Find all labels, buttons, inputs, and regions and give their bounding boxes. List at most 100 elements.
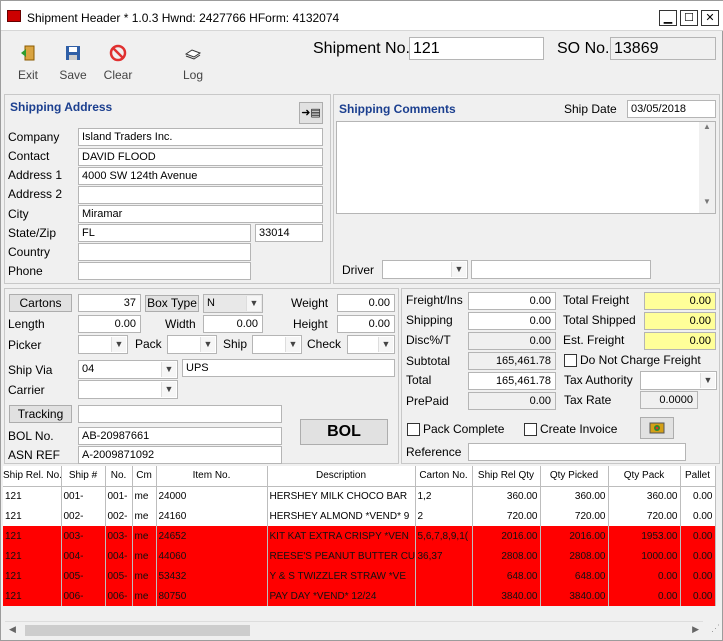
grid-column-header[interactable]: Qty Picked bbox=[540, 466, 609, 487]
width-field[interactable]: 0.00 bbox=[203, 315, 263, 333]
exit-button[interactable]: Exit bbox=[11, 44, 45, 88]
save-button[interactable]: Save bbox=[56, 44, 90, 88]
table-row[interactable]: 121 005- 005- me 53432 Y & S TWIZZLER STRAW *… bbox=[3, 566, 716, 586]
invoice-action-button[interactable] bbox=[640, 417, 674, 439]
shipping-comments-panel: Shipping Comments Ship Date 03/05/2018 ▲… bbox=[333, 94, 720, 284]
state-field[interactable]: FL bbox=[78, 224, 251, 242]
table-cell: 121 bbox=[3, 586, 62, 606]
resize-grip-icon[interactable]: ⋰ bbox=[704, 623, 720, 638]
weight-field[interactable]: 0.00 bbox=[337, 294, 395, 312]
subtotal-label: Subtotal bbox=[406, 354, 451, 368]
table-cell: me bbox=[132, 566, 157, 586]
table-cell: 3840.00 bbox=[540, 586, 609, 606]
minimize-button[interactable]: ▁ bbox=[659, 10, 677, 26]
driver-name-field[interactable] bbox=[471, 260, 651, 279]
table-cell: 121 bbox=[3, 566, 62, 586]
shipping-field[interactable]: 0.00 bbox=[468, 312, 556, 330]
freight-ins-field[interactable]: 0.00 bbox=[468, 292, 556, 310]
pack-select[interactable]: ▼ bbox=[167, 335, 217, 354]
ship-date-field[interactable]: 03/05/2018 bbox=[627, 100, 716, 118]
package-panel: Cartons 37 Box Type N ▼ Weight 0.00 Lengt… bbox=[4, 288, 399, 464]
table-row[interactable]: 121 003- 003- me 24652 KIT KAT EXTRA CRISPY *… bbox=[3, 526, 716, 546]
no-charge-freight-checkbox[interactable] bbox=[564, 354, 577, 367]
table-cell: 004- bbox=[105, 546, 133, 566]
create-invoice-checkbox[interactable] bbox=[524, 423, 537, 436]
cartons-button[interactable]: Cartons bbox=[9, 294, 72, 312]
shipment-no-field[interactable]: 121 bbox=[409, 37, 544, 60]
grid-column-header[interactable]: Description bbox=[267, 466, 416, 487]
box-type-button[interactable]: Box Type bbox=[145, 295, 199, 312]
tracking-button[interactable]: Tracking bbox=[9, 405, 72, 423]
bol-button[interactable]: BOL bbox=[300, 419, 388, 445]
phone-field[interactable] bbox=[78, 262, 251, 280]
table-row[interactable]: 121 002- 002- me 24160 HERSHEY ALMOND *VEND* … bbox=[3, 506, 716, 526]
maximize-button[interactable]: ☐ bbox=[680, 10, 698, 26]
tracking-field[interactable] bbox=[78, 405, 282, 423]
table-cell: 0.00 bbox=[680, 526, 716, 546]
grid-column-header[interactable]: Item No. bbox=[156, 466, 268, 487]
width-label: Width bbox=[165, 317, 196, 331]
table-cell: 2016.00 bbox=[472, 526, 541, 546]
toolbar: Exit Save Clear Log Shipment No. 121 SO … bbox=[1, 32, 723, 90]
table-row[interactable]: 121 004- 004- me 44060 REESE'S PEANUT BUTTER … bbox=[3, 546, 716, 566]
check-label: Check bbox=[307, 337, 342, 351]
grid-column-header[interactable]: Qty Pack bbox=[608, 466, 681, 487]
table-cell: 1000.00 bbox=[608, 546, 681, 566]
table-cell: 0.00 bbox=[608, 586, 681, 606]
country-field[interactable] bbox=[78, 243, 251, 261]
grid-column-header[interactable]: Pallet bbox=[680, 466, 716, 487]
bol-no-field[interactable]: AB-20987661 bbox=[78, 427, 282, 445]
city-field[interactable]: Miramar bbox=[78, 205, 323, 223]
total-field: 165,461.78 bbox=[468, 372, 556, 390]
height-label: Height bbox=[293, 317, 328, 331]
table-cell: 006- bbox=[61, 586, 106, 606]
shipping-comments-textarea[interactable] bbox=[336, 121, 716, 214]
zip-field[interactable]: 33014 bbox=[255, 224, 323, 242]
ship-via-select[interactable]: 04 ▼ bbox=[78, 360, 178, 379]
table-row[interactable]: 121 001- 001- me 24000 HERSHEY MILK CHOCO BAR… bbox=[3, 486, 716, 506]
shipment-no-label: Shipment No. bbox=[313, 40, 410, 57]
table-cell: 648.00 bbox=[472, 566, 541, 586]
comments-scrollbar[interactable]: ▲ ▼ bbox=[699, 122, 715, 213]
contact-field[interactable]: DAVID FLOOD bbox=[78, 148, 323, 166]
so-no-field: 13869 bbox=[610, 37, 716, 60]
height-field[interactable]: 0.00 bbox=[337, 315, 395, 333]
address-book-button[interactable]: ➜▤ bbox=[299, 102, 323, 124]
check-select[interactable]: ▼ bbox=[347, 335, 395, 354]
box-type-select[interactable]: N ▼ bbox=[203, 294, 263, 313]
company-field[interactable]: Island Traders Inc. bbox=[78, 128, 323, 146]
driver-select[interactable]: ▼ bbox=[382, 260, 468, 279]
carrier-select[interactable]: ▼ bbox=[78, 380, 178, 399]
picker-select[interactable]: ▼ bbox=[78, 335, 128, 354]
horizontal-scrollbar[interactable]: ◀ ▶ bbox=[5, 621, 703, 638]
est-freight-label: Est. Freight bbox=[563, 333, 625, 347]
table-cell: PAY DAY *VEND* 12/24 bbox=[267, 586, 416, 606]
table-row[interactable]: 121 006- 006- me 80750 PAY DAY *VEND* 12/24 38… bbox=[3, 586, 716, 606]
grid-column-header[interactable]: Carton No. bbox=[415, 466, 473, 487]
asn-ref-field[interactable]: A-2009871092 bbox=[78, 446, 282, 464]
cartons-field[interactable]: 37 bbox=[78, 294, 141, 312]
grid-column-header[interactable]: No. bbox=[105, 466, 133, 487]
scroll-down-icon: ▼ bbox=[703, 197, 711, 206]
table-cell: 121 bbox=[3, 546, 62, 566]
pack-complete-checkbox[interactable] bbox=[407, 423, 420, 436]
app-icon bbox=[7, 10, 21, 22]
table-cell: Y & S TWIZZLER STRAW *VE bbox=[267, 566, 416, 586]
clear-icon bbox=[109, 44, 127, 62]
clear-button[interactable]: Clear bbox=[100, 44, 136, 88]
log-button[interactable]: Log bbox=[176, 44, 210, 88]
grid-column-header[interactable]: Ship # bbox=[61, 466, 106, 487]
address1-field[interactable]: 4000 SW 124th Avenue bbox=[78, 167, 323, 185]
ship-select[interactable]: ▼ bbox=[252, 335, 302, 354]
length-field[interactable]: 0.00 bbox=[78, 315, 141, 333]
close-button[interactable]: ✕ bbox=[701, 10, 719, 26]
address1-label: Address 1 bbox=[8, 168, 63, 182]
grid-column-header[interactable]: Ship Rel Qty bbox=[472, 466, 541, 487]
scrollbar-thumb[interactable] bbox=[25, 625, 250, 636]
grid-column-header[interactable]: Cm bbox=[132, 466, 157, 487]
tax-authority-select[interactable]: ▼ bbox=[640, 371, 717, 390]
total-shipped-label: Total Shipped bbox=[563, 313, 636, 327]
address2-field[interactable] bbox=[78, 186, 323, 204]
reference-field[interactable] bbox=[468, 443, 686, 461]
grid-column-header[interactable]: Ship Rel. No. bbox=[3, 466, 62, 487]
